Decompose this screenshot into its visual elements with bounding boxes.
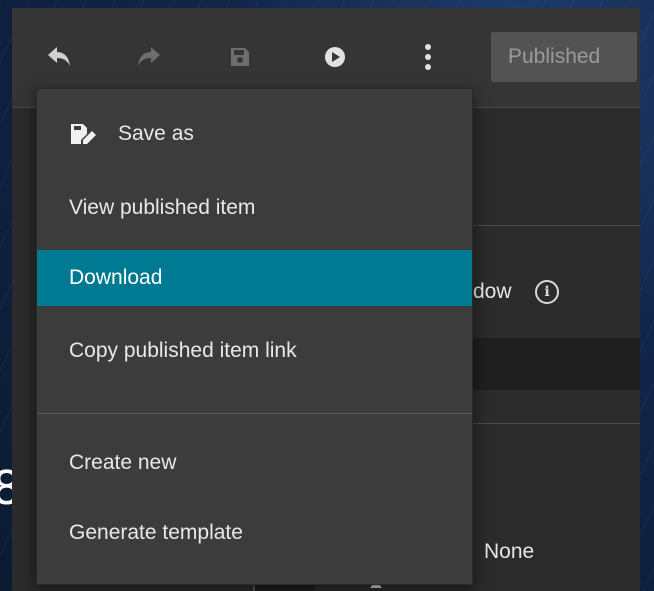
redo-button[interactable]: [128, 37, 168, 77]
menu-item-create-new[interactable]: Create new: [37, 435, 472, 491]
panel-divider: [472, 423, 640, 424]
menu-item-copy-link[interactable]: Copy published item link: [37, 323, 472, 379]
published-button[interactable]: Published: [491, 32, 637, 82]
save-as-icon: [69, 122, 99, 146]
info-icon[interactable]: i: [535, 280, 559, 304]
menu-item-view-published[interactable]: View published item: [37, 180, 472, 236]
save-icon: [229, 46, 251, 68]
app-window: Published dow i None Save as View publis…: [12, 8, 640, 591]
menu-item-generate-template[interactable]: Generate template: [37, 505, 472, 561]
panel-value-none[interactable]: None: [484, 540, 534, 564]
menu-divider: [37, 413, 472, 414]
more-options-button[interactable]: [408, 37, 448, 77]
menu-item-save-as[interactable]: Save as: [37, 106, 472, 162]
menu-item-download[interactable]: Download: [37, 250, 472, 306]
undo-icon: [46, 44, 74, 70]
more-options-menu: Save as View published item Download Cop…: [36, 88, 473, 585]
play-icon: [324, 46, 346, 68]
menu-item-label: Save as: [118, 122, 194, 145]
more-vertical-icon: [424, 43, 432, 71]
save-button[interactable]: [220, 37, 260, 77]
preview-button[interactable]: [315, 37, 355, 77]
panel-input-strip[interactable]: [472, 338, 640, 390]
panel-divider: [472, 225, 640, 226]
redo-icon: [134, 44, 162, 70]
undo-button[interactable]: [40, 37, 80, 77]
panel-setting-label: dow: [473, 280, 512, 303]
